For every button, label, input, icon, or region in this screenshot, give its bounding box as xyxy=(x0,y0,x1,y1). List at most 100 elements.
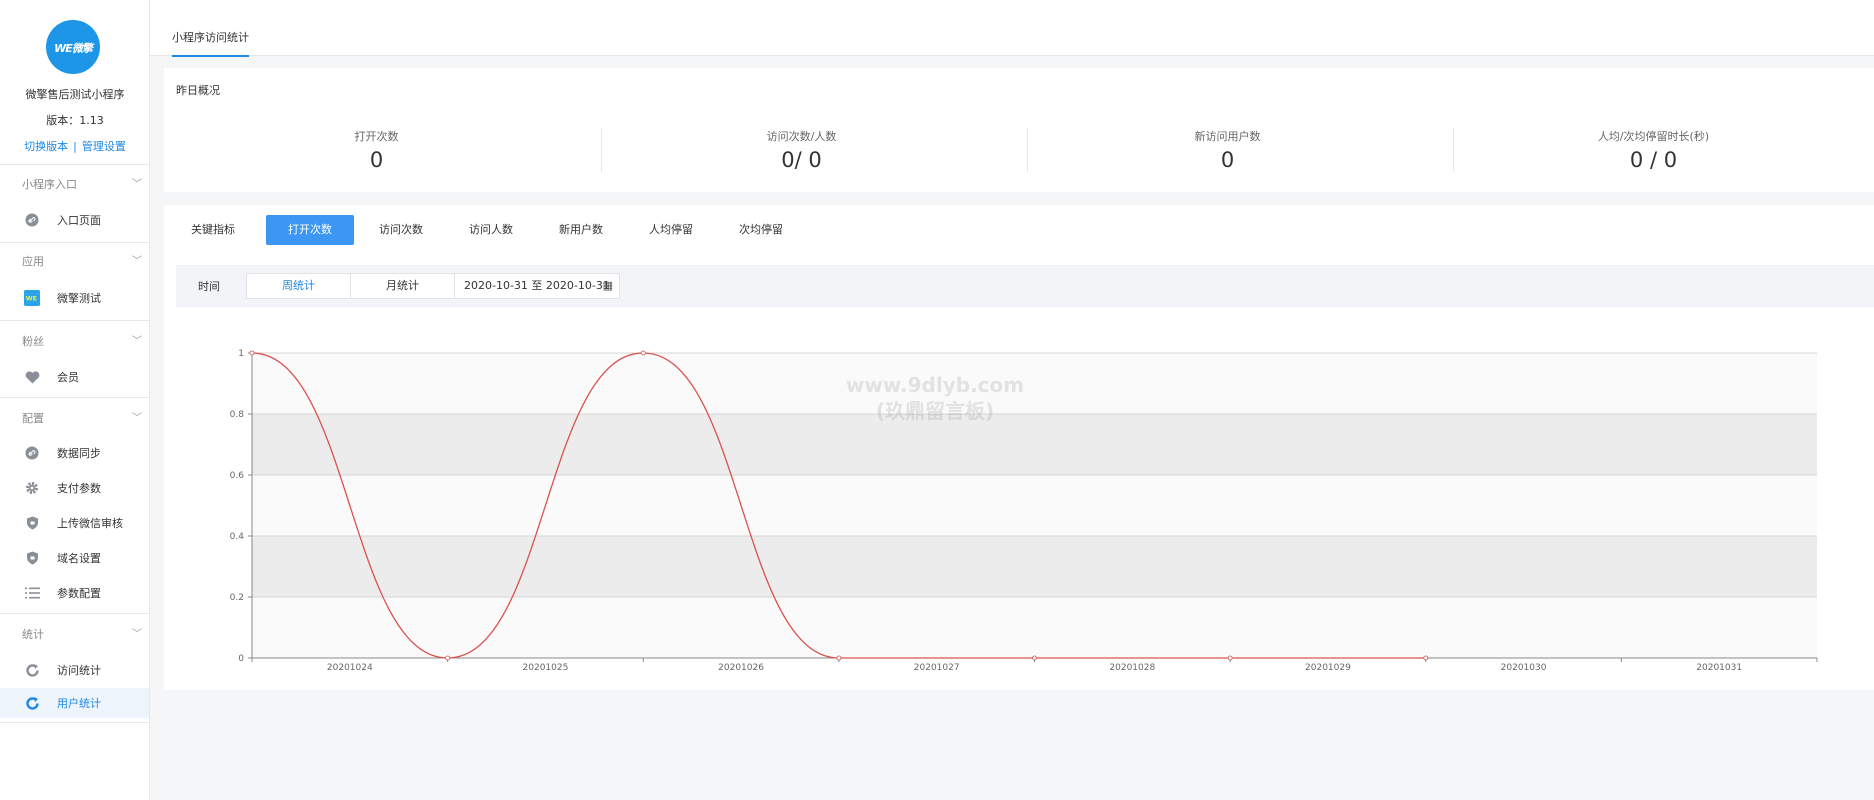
sidebar-item-visit-stats[interactable]: 访问统计 xyxy=(0,655,149,685)
sidebar-item-label: 微擎测试 xyxy=(57,292,101,305)
refresh-icon xyxy=(24,695,40,711)
data-point xyxy=(1227,655,1233,661)
switch-version-link[interactable]: 切换版本 xyxy=(24,140,68,153)
logo-mark: WE xyxy=(54,42,73,55)
link-separator: | xyxy=(73,140,77,153)
y-tick-label: 1 xyxy=(238,349,244,359)
chevron-down-icon: ﹀ xyxy=(132,336,142,347)
sidebar-item-data-sync[interactable]: 数据同步 xyxy=(0,438,149,468)
section-mini-program-entry[interactable]: 小程序入口 ﹀ xyxy=(22,176,142,192)
sidebar-item-label: 参数配置 xyxy=(57,587,101,600)
data-point xyxy=(445,655,451,661)
stat-value: 0 / 0 xyxy=(1629,148,1678,172)
sidebar-item-param-config[interactable]: 参数配置 xyxy=(0,578,149,608)
link-icon xyxy=(24,212,40,228)
stat-stay-duration: 人均/次均停留时长(秒) 0 / 0 xyxy=(1441,128,1866,172)
section-statistics[interactable]: 统计 ﹀ xyxy=(22,626,142,642)
sidebar-item-label: 域名设置 xyxy=(57,552,101,565)
sidebar-item-label: 会员 xyxy=(57,371,79,384)
chevron-down-icon: ﹀ xyxy=(132,629,142,640)
chevron-down-icon: ﹀ xyxy=(132,179,142,190)
grid-band xyxy=(252,353,1817,414)
sidebar-item-wechat-review[interactable]: 上传微信审核 xyxy=(0,508,149,538)
app-name: 微擎售后测试小程序 xyxy=(25,88,125,101)
y-tick-label: 0.8 xyxy=(230,410,245,420)
section-title: 配置 xyxy=(22,412,44,425)
x-tick-label: 20201025 xyxy=(523,663,569,673)
sidebar-item-label: 用户统计 xyxy=(57,697,101,710)
sidebar-item-label: 入口页面 xyxy=(57,214,101,227)
manage-settings-link[interactable]: 管理设置 xyxy=(82,140,126,153)
heart-icon xyxy=(24,369,40,385)
y-tick-label: 0.4 xyxy=(230,532,245,542)
data-point xyxy=(640,350,646,356)
sidebar-item-payment-params[interactable]: 支付参数 xyxy=(0,473,149,503)
sidebar-item-label: 上传微信审核 xyxy=(57,517,123,530)
data-point xyxy=(1032,655,1037,661)
sidebar-item-members[interactable]: 会员 xyxy=(0,362,149,392)
sidebar-links: 切换版本 | 管理设置 xyxy=(0,138,150,154)
stat-label: 访问次数/人数 xyxy=(766,130,837,143)
shield-icon xyxy=(24,515,40,531)
tab-mini-program-visit-stats[interactable]: 小程序访问统计 xyxy=(172,29,249,57)
chevron-down-icon: ﹀ xyxy=(132,413,142,424)
x-tick-label: 20201031 xyxy=(1696,663,1742,673)
app-logo-icon: WE xyxy=(24,290,40,306)
data-point xyxy=(1423,655,1429,661)
sidebar-item-label: 数据同步 xyxy=(57,447,101,460)
section-title: 统计 xyxy=(22,628,44,641)
sidebar-item-label: 访问统计 xyxy=(57,664,101,677)
sidebar-item-weiqing-test[interactable]: WE 微擎测试 xyxy=(0,283,149,313)
sidebar-divider xyxy=(0,722,149,723)
stat-visits-users: 访问次数/人数 0/ 0 xyxy=(589,128,1014,172)
stat-value: 0/ 0 xyxy=(781,148,822,172)
x-tick-label: 20201027 xyxy=(914,663,960,673)
grid-band xyxy=(252,475,1817,536)
y-tick-label: 0.2 xyxy=(230,593,244,603)
chart-panel: 关键指标 打开次数 访问次数 访问人数 新用户数 人均停留 次均停留 时间 周统… xyxy=(164,205,1874,690)
section-title: 粉丝 xyxy=(22,335,44,348)
stat-label: 打开次数 xyxy=(354,130,399,143)
chevron-down-icon: ﹀ xyxy=(132,256,142,267)
x-tick-label: 20201029 xyxy=(1305,663,1351,673)
sidebar-divider xyxy=(0,242,149,243)
y-tick-label: 0.6 xyxy=(230,471,245,481)
sidebar: WE微擎 微擎售后测试小程序 版本：1.13 切换版本 | 管理设置 小程序入口 ﹀ … xyxy=(0,0,150,800)
sidebar-divider xyxy=(0,164,149,165)
section-apps[interactable]: 应用 ﹀ xyxy=(22,253,142,269)
gear-icon xyxy=(24,480,40,496)
section-title: 应用 xyxy=(22,255,44,268)
sidebar-item-entry-page[interactable]: 入口页面 xyxy=(0,205,149,235)
sidebar-item-user-stats[interactable]: 用户统计 xyxy=(0,688,149,718)
sidebar-divider xyxy=(0,320,149,321)
section-fans[interactable]: 粉丝 ﹀ xyxy=(22,333,142,349)
grid-band xyxy=(252,536,1817,597)
grid-band xyxy=(252,597,1817,658)
sidebar-divider xyxy=(0,397,149,398)
stat-open-count: 打开次数 0 xyxy=(164,128,589,172)
data-point xyxy=(249,350,255,356)
x-tick-label: 20201026 xyxy=(718,663,764,673)
grid-band xyxy=(252,414,1817,475)
svg-text:WE: WE xyxy=(26,296,37,303)
stat-label: 人均/次均停留时长(秒) xyxy=(1597,130,1710,143)
stat-label: 新访问用户数 xyxy=(1194,130,1261,143)
sidebar-item-label: 支付参数 xyxy=(57,482,101,495)
x-tick-label: 20201030 xyxy=(1501,663,1547,673)
y-tick-label: 0 xyxy=(238,654,244,664)
section-title: 小程序入口 xyxy=(22,178,77,191)
link-icon xyxy=(24,445,40,461)
section-config[interactable]: 配置 ﹀ xyxy=(22,410,142,426)
data-point xyxy=(836,655,842,661)
sidebar-divider xyxy=(0,613,149,614)
logo-text: 微擎 xyxy=(71,42,93,55)
shield-icon xyxy=(24,550,40,566)
x-tick-label: 20201024 xyxy=(327,663,373,673)
stat-value: 0 xyxy=(1220,148,1235,172)
app-logo: WE微擎 xyxy=(46,20,100,74)
refresh-icon xyxy=(24,662,40,678)
x-tick-label: 20201028 xyxy=(1109,663,1155,673)
version-label: 版本：1.13 xyxy=(46,114,104,127)
sidebar-item-domain-settings[interactable]: 域名设置 xyxy=(0,543,149,573)
stat-value: 0 xyxy=(369,148,384,172)
